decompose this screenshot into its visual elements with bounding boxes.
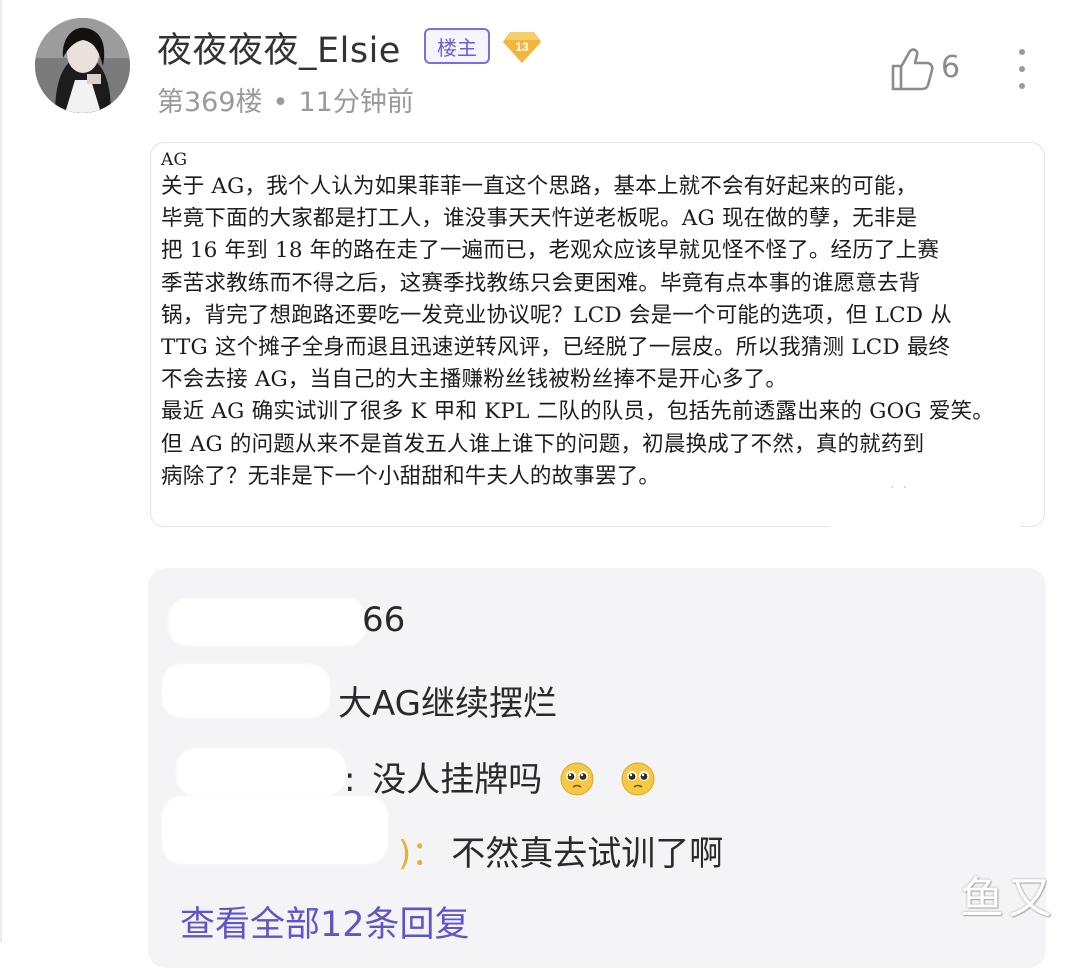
post-content-image[interactable]: AG 关于 AG，我个人认为如果菲菲一直这个思路，基本上就不会有好起来的可能， … [150, 142, 1045, 527]
like-count: 6 [941, 50, 961, 85]
quote-line: 不会去接 AG，当自己的大主播赚粉丝钱被粉丝捧不是开心多了。 [161, 367, 788, 393]
meta-separator: • [272, 87, 289, 118]
reply-item[interactable]: : 没人挂牌吗 [344, 752, 656, 801]
quote-line: 最近 AG 确实试训了很多 K 甲和 KPL 二队的队员，包括先前透露出来的 G… [161, 399, 994, 425]
level-number: 13 [515, 40, 529, 54]
reply-item[interactable]: )： 不然真去试训了啊 [398, 826, 723, 875]
image-watermark-dots: · · [890, 480, 910, 496]
host-badge: 楼主 [424, 28, 490, 64]
quote-line: TTG 这个摊子全身而退且迅速逆转风评，已经脱了一层皮。所以我猜测 LCD 最终 [161, 335, 951, 361]
reply-text: 大AG继续摆烂 [338, 684, 558, 724]
user-avatar[interactable] [35, 18, 130, 113]
quote-line: 季苦求教练而不得之后，这赛季找教练只会更困难。毕竟有点本事的谁愿意去背 [161, 270, 921, 296]
reply-author-redacted [162, 796, 388, 864]
reply-author-suffix: : [344, 760, 356, 800]
reply-author-redacted [176, 748, 346, 796]
reply-text: 没人挂牌吗 [372, 760, 543, 800]
reply-text: 不然真去试训了啊 [451, 834, 724, 874]
post-time: 11分钟前 [298, 87, 414, 118]
username[interactable]: 夜夜夜夜_Elsie [157, 22, 401, 73]
more-vertical-icon[interactable] [1010, 44, 1034, 94]
quote-line: 锅，背完了想跑路还要吃一发竞业协议呢？LCD 会是一个可能的选项，但 LCD 从 [161, 302, 952, 328]
reply-item[interactable]: 66 [362, 600, 405, 640]
image-corner-mask [830, 514, 1020, 528]
quote-line: 关于 AG，我个人认为如果菲菲一直这个思路，基本上就不会有好起来的可能， [161, 174, 918, 199]
left-edge-divider [0, 0, 2, 943]
quote-line: 毕竟下面的大家都是打工人，谁没事天天忤逆老板呢。AG 现在做的孽，无非是 [161, 206, 918, 232]
quote-line: 把 16 年到 18 年的路在走了一遍而已，老观众应该早就见怪不怪了。经历了上赛 [161, 238, 940, 264]
view-all-replies-link[interactable]: 查看全部12条回复 [180, 896, 470, 947]
thumbs-up-icon[interactable] [890, 46, 934, 92]
post-meta: 第369楼 • 11分钟前 [157, 80, 414, 119]
diamond-level-icon: 13 [503, 32, 541, 63]
reply-author-redacted [162, 664, 330, 718]
pleading-face-icon [560, 762, 594, 796]
reply-author-redacted [168, 598, 366, 646]
reply-item[interactable]: 大AG继续摆烂 [338, 676, 557, 725]
source-watermark: 鱼又 [960, 873, 1056, 924]
quote-line: 但 AG 的问题从来不是首发五人谁上谁下的问题，初晨换成了不然，真的就药到 [161, 431, 925, 457]
reply-author-suffix: 66 [362, 600, 406, 640]
pleading-face-icon [621, 762, 655, 796]
reply-author-suffix: )： [398, 834, 446, 874]
quote-title: AG [161, 150, 188, 170]
floor-number: 第369楼 [157, 87, 263, 118]
